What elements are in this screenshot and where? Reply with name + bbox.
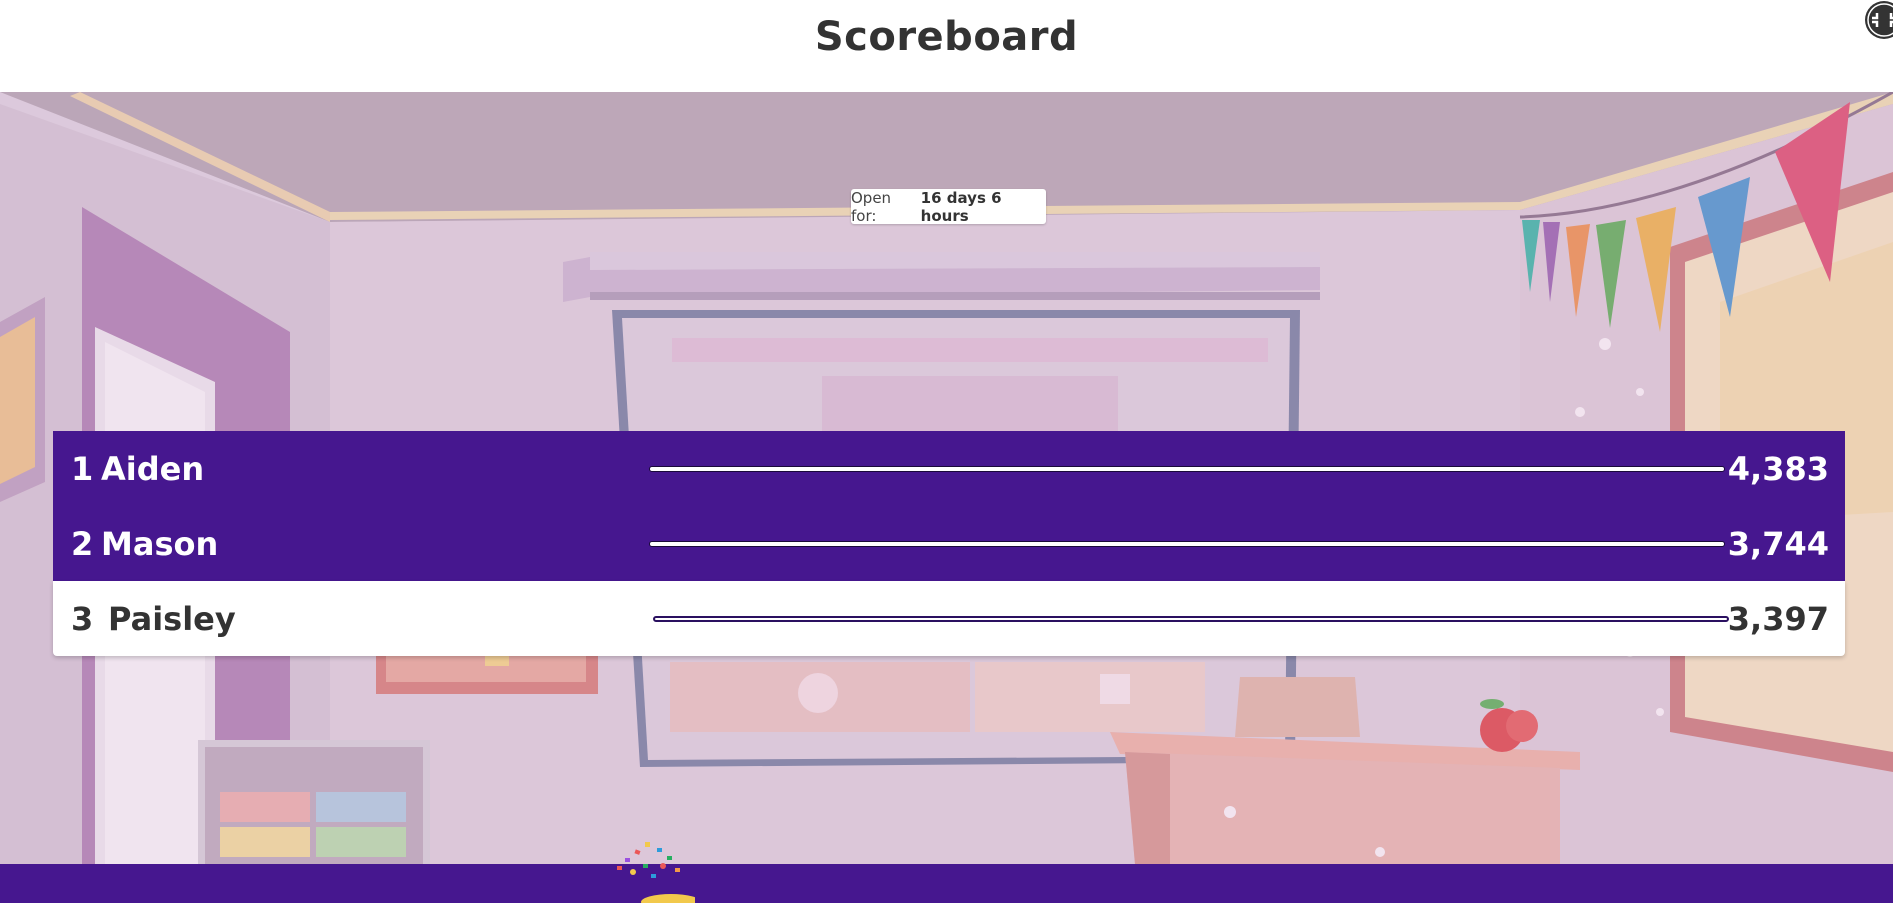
open-timer-label: Open for: (851, 188, 892, 225)
player-score: 4,383 (1727, 449, 1829, 488)
confetti-icon (617, 842, 695, 903)
player-name: Paisley (108, 599, 236, 638)
scoreboard-row-highlighted: 3 Paisley 3,397 (53, 581, 1845, 656)
open-timer-badge: Open for: 16 days 6 hours (851, 188, 1046, 225)
rank: 2 (71, 524, 94, 563)
score-bar (649, 540, 1725, 547)
scoreboard: 1 Aiden 4,383 2 Mason 3,744 3 Paisley 3,… (53, 431, 1845, 656)
footer-bar (0, 864, 1893, 903)
player-score: 3,397 (1727, 599, 1829, 638)
score-bar (649, 465, 1725, 472)
header: Scoreboard (0, 0, 1893, 92)
rank: 3 (71, 599, 94, 638)
page-title: Scoreboard (814, 14, 1079, 60)
player-name: Aiden (101, 449, 205, 488)
scoreboard-row: 2 Mason 3,744 (53, 506, 1845, 581)
score-bar (653, 615, 1729, 622)
exit-fullscreen-icon (1865, 1, 1893, 39)
open-timer-value: 16 days 6 hours (920, 188, 1002, 225)
scoreboard-row: 1 Aiden 4,383 (53, 431, 1845, 506)
rank: 1 (71, 449, 94, 488)
player-name: Mason (101, 524, 219, 563)
player-score: 3,744 (1727, 524, 1829, 563)
exit-fullscreen-button[interactable] (1851, 0, 1893, 40)
